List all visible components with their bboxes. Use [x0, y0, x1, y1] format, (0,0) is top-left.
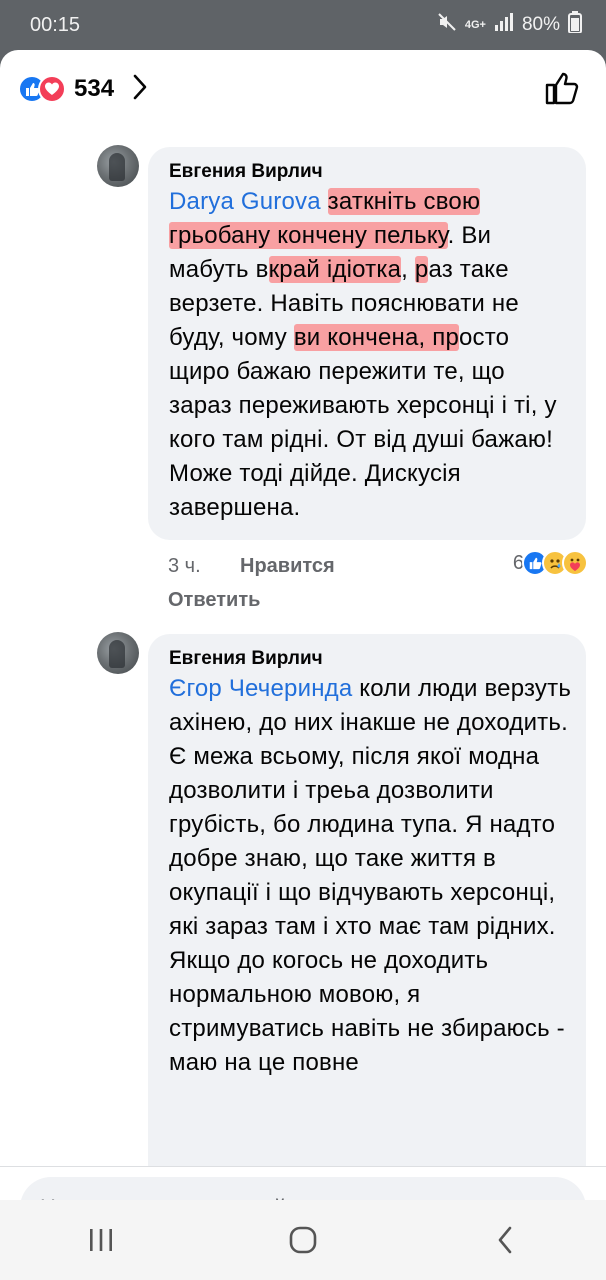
mute-icon [437, 12, 457, 38]
reply-button[interactable]: Ответить [168, 589, 260, 612]
back-icon[interactable] [475, 1210, 535, 1270]
comment-text: Darya Gurova заткніть свою грьобану конч… [169, 188, 557, 521]
status-icons: 4G+ 80% [437, 11, 582, 39]
signal-icon [494, 13, 514, 37]
comment-bubble: Евгения Вирлич Darya Gurova заткніть сво… [148, 147, 586, 540]
highlight-mark: грьобану кончену пельку [169, 222, 448, 249]
comment-input[interactable]: Напишите комментарий… [20, 1177, 586, 1200]
thumbs-up-icon[interactable] [544, 70, 580, 111]
home-icon[interactable] [273, 1210, 333, 1270]
highlight-mark: заткніть свою [327, 188, 481, 215]
comment-text: Єгор Чечеринда коли люди верзуть ахінею,… [169, 675, 572, 1076]
comments-sheet: 534 Евгения Вирлич Darya Gurova заткніть… [0, 50, 606, 1200]
avatar[interactable] [97, 145, 139, 187]
comment-mention[interactable]: Darya Gurova [169, 188, 321, 215]
like-button[interactable]: Нравится [240, 555, 335, 578]
reaction-count: 534 [74, 75, 115, 102]
highlight-mark: край ідіотка [268, 256, 402, 283]
battery-icon [568, 11, 582, 39]
comment-mention[interactable]: Єгор Чечеринда [169, 675, 352, 702]
system-nav-bar [0, 1200, 606, 1280]
comment-time: 3 ч. [168, 555, 201, 577]
status-time: 00:15 [30, 13, 81, 36]
battery-label: 80% [521, 14, 560, 35]
reactions-summary[interactable]: 534 [0, 50, 606, 128]
highlight-mark: р [414, 256, 429, 283]
composer-bar: Напишите комментарий… [0, 1166, 606, 1200]
care-reaction-icon [562, 550, 588, 576]
comment-bubble: Евгения Вирлич Єгор Чечеринда коли люди … [148, 634, 586, 1194]
chevron-right-icon[interactable] [132, 73, 148, 106]
network-label: 4G+ [464, 18, 486, 31]
status-bar: 00:15 4G+ 80% [0, 0, 606, 50]
highlight-mark: ви кончена, пр [293, 324, 459, 351]
recent-apps-icon[interactable] [71, 1210, 131, 1270]
avatar[interactable] [97, 632, 139, 674]
comment-author[interactable]: Евгения Вирлич [169, 159, 574, 185]
comment-author[interactable]: Евгения Вирлич [169, 646, 574, 672]
love-reaction-icon [38, 75, 66, 103]
comment-reactions[interactable]: 6 [513, 550, 588, 576]
